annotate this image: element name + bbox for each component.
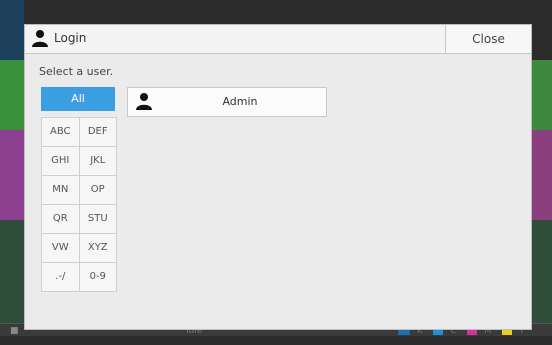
background-tile-green <box>0 60 24 130</box>
filter-abc-button[interactable]: ABC <box>42 118 79 146</box>
person-icon <box>136 93 152 110</box>
filter-stu-button[interactable]: STU <box>78 205 117 233</box>
filter-grid: ABC DEF GHI JKL MN OP QR STU VW XYZ .-/ … <box>41 117 117 292</box>
filter-row: ABC DEF <box>42 118 116 147</box>
dialog-title: Login <box>54 31 87 45</box>
filter-xyz-button[interactable]: XYZ <box>78 234 117 262</box>
background-tile-blue <box>0 0 24 60</box>
filter-jkl-button[interactable]: JKL <box>78 147 117 175</box>
filter-row: VW XYZ <box>42 234 116 263</box>
filter-vw-button[interactable]: VW <box>42 234 79 262</box>
filter-def-button[interactable]: DEF <box>78 118 117 146</box>
background-left-panel <box>0 0 24 336</box>
filter-op-button[interactable]: OP <box>78 176 117 204</box>
filter-ghi-button[interactable]: GHI <box>42 147 79 175</box>
user-admin-button[interactable]: Admin <box>127 87 327 117</box>
filter-row: QR STU <box>42 205 116 234</box>
filter-row: MN OP <box>42 176 116 205</box>
filter-qr-button[interactable]: QR <box>42 205 79 233</box>
dialog-title-bar: Login Close <box>25 25 531 54</box>
login-dialog: Login Close Select a user. All ABC DEF G… <box>24 24 532 330</box>
filter-symbols-button[interactable]: .-/ <box>42 263 79 291</box>
user-name: Admin <box>222 95 258 108</box>
filter-row: .-/ 0-9 <box>42 263 116 291</box>
filter-mn-button[interactable]: MN <box>42 176 79 204</box>
user-icon: ■ <box>10 326 19 336</box>
background-tile-dark <box>0 220 24 336</box>
close-button[interactable]: Close <box>445 25 531 53</box>
filter-all-button[interactable]: All <box>41 87 115 111</box>
select-user-prompt: Select a user. <box>39 65 114 78</box>
person-icon <box>32 30 48 47</box>
filter-digits-button[interactable]: 0-9 <box>78 263 117 291</box>
filter-row: GHI JKL <box>42 147 116 176</box>
background-tile-purple <box>0 130 24 220</box>
